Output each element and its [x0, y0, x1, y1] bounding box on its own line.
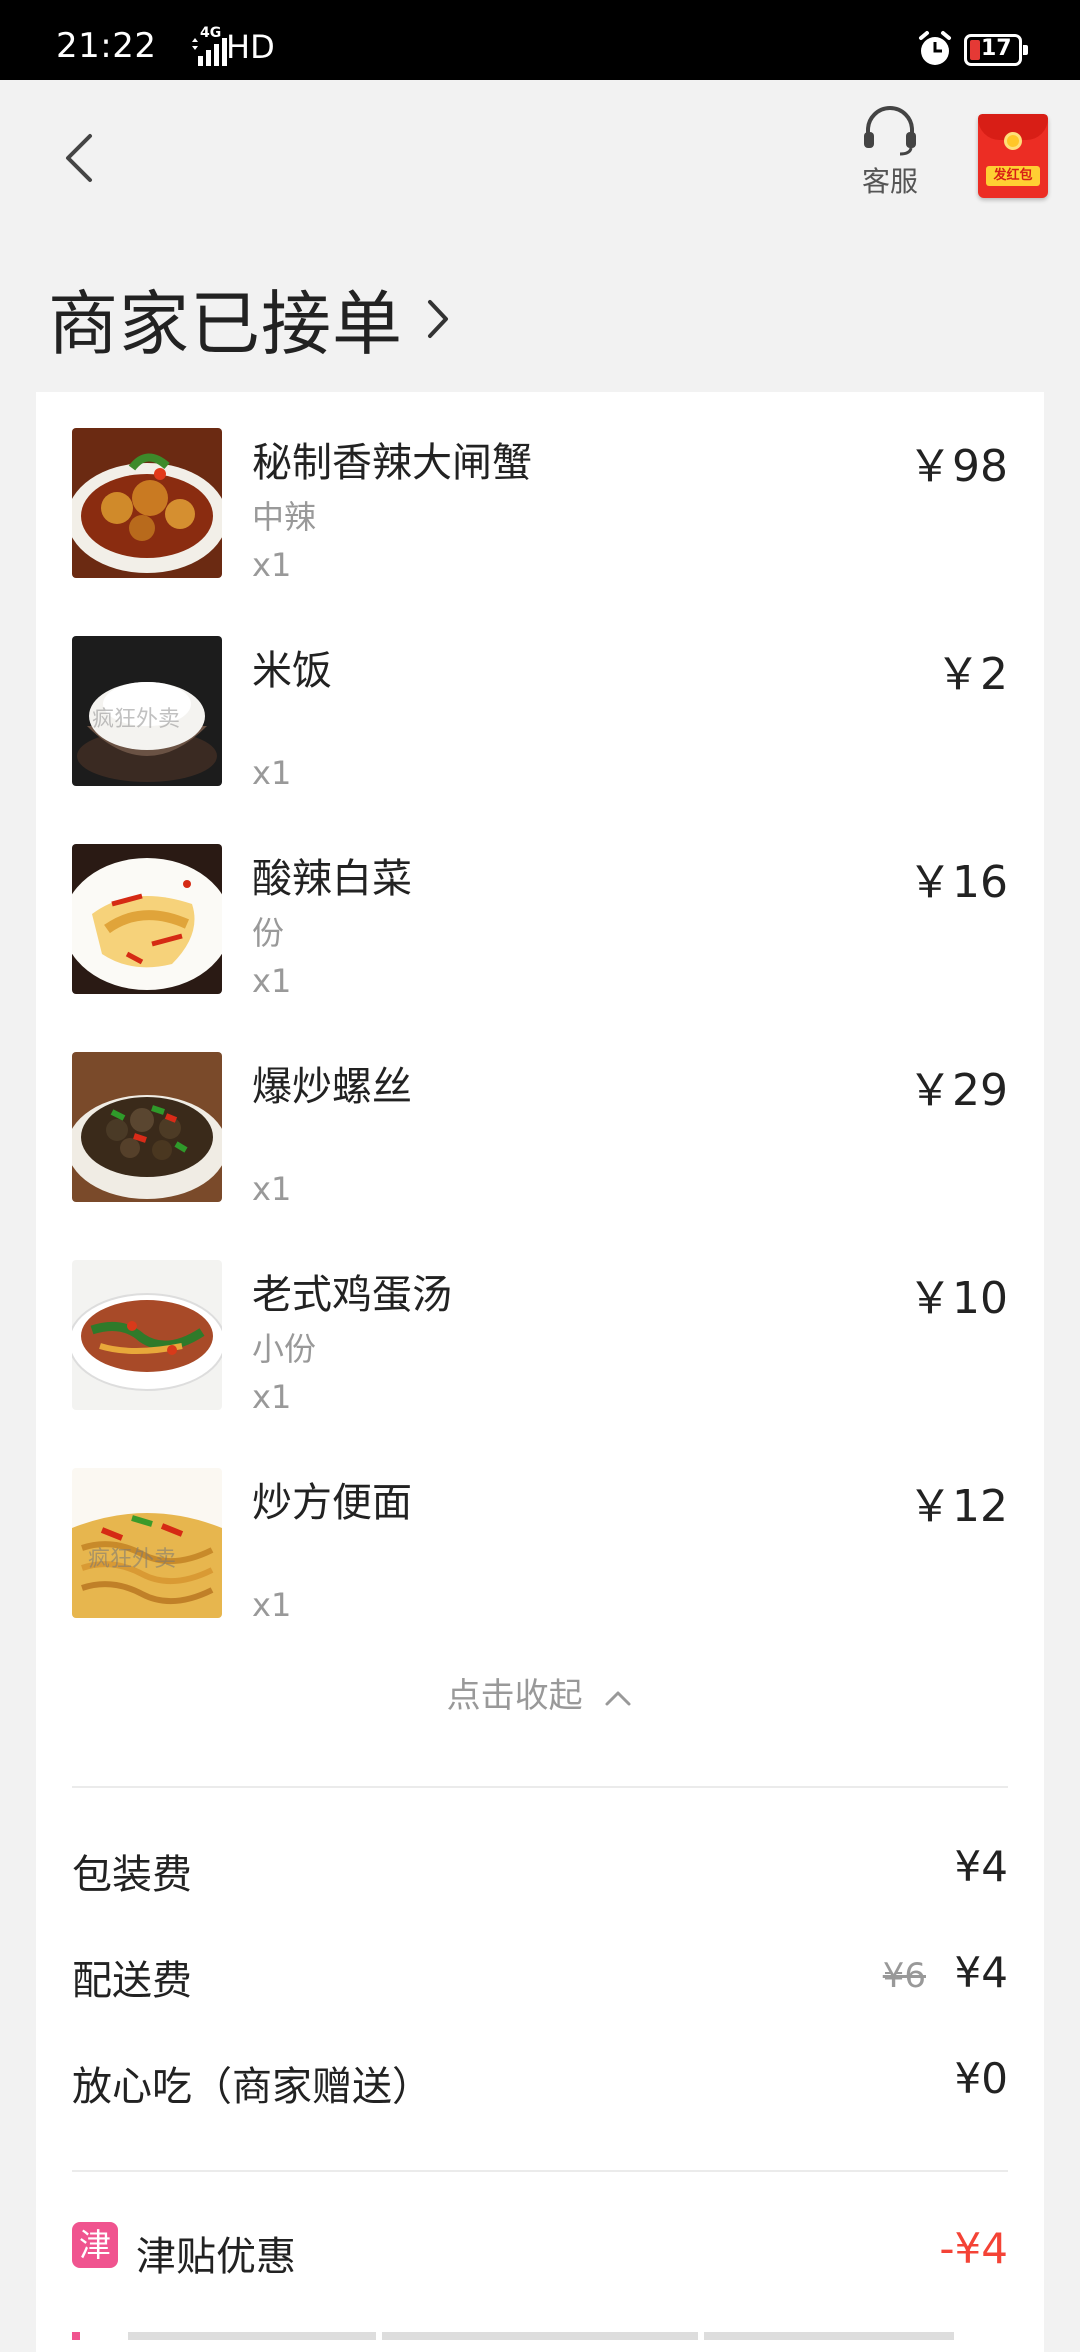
clock: 21:22 — [56, 26, 157, 66]
next-row-hint — [72, 2332, 80, 2340]
order-status-title[interactable]: 商家已接单 — [48, 268, 451, 369]
fee-label: 放心吃（商家赠送） — [72, 2064, 432, 2110]
customer-service-label: 客服 — [861, 165, 918, 198]
order-card: 秘制香辣大闸蟹 中辣 x1 ￥98 疯狂外卖 米饭 x1 ￥2 酸辣白菜 份 x… — [36, 392, 1044, 2352]
top-bar: 客服 发红包 — [0, 80, 1080, 230]
alarm-icon — [919, 31, 951, 65]
fee-label: 配送费 — [72, 1958, 192, 2004]
subsidy-row: 津 津贴优惠 -¥4 — [72, 2218, 1008, 2280]
original-delivery-fee: ¥6 — [882, 1956, 926, 1996]
order-item: 疯狂外卖 炒方便面 x1 ￥12 — [72, 1468, 1008, 1624]
divider — [72, 2170, 1008, 2172]
dish-image: 疯狂外卖 — [72, 1468, 222, 1618]
item-price: ￥12 — [908, 1481, 1008, 1532]
item-quantity: x1 — [252, 754, 292, 792]
collapse-label: 点击收起 — [446, 1676, 583, 1716]
svg-text:疯狂外卖: 疯狂外卖 — [92, 707, 180, 732]
item-name: 酸辣白菜 — [252, 856, 412, 902]
next-row-hint — [382, 2332, 698, 2340]
item-price: ￥10 — [908, 1273, 1008, 1324]
coin-icon — [1004, 132, 1022, 150]
item-price: ￥98 — [908, 441, 1008, 492]
red-packet-label: 发红包 — [986, 166, 1040, 186]
item-spec: 中辣 — [252, 498, 317, 536]
item-quantity: x1 — [252, 1378, 292, 1416]
order-status-text: 商家已接单 — [48, 283, 403, 365]
fee-value: ¥4 — [954, 1948, 1008, 1997]
item-price: ￥16 — [908, 857, 1008, 908]
order-item: 老式鸡蛋汤 小份 x1 ￥10 — [72, 1260, 1008, 1416]
order-item: 酸辣白菜 份 x1 ￥16 — [72, 844, 1008, 1000]
item-name: 老式鸡蛋汤 — [252, 1272, 452, 1318]
delivery-fee-row: 配送费 ¥6 ¥4 — [72, 1942, 1008, 2004]
subsidy-value: -¥4 — [939, 2224, 1008, 2273]
item-name: 秘制香辣大闸蟹 — [252, 440, 532, 486]
svg-text:疯狂外卖: 疯狂外卖 — [88, 1547, 176, 1572]
item-name: 爆炒螺丝 — [252, 1064, 412, 1110]
subsidy-label: 津贴优惠 — [136, 2234, 296, 2280]
next-row-hint — [128, 2332, 376, 2340]
item-quantity: x1 — [252, 1170, 292, 1208]
collapse-items-button[interactable]: 点击收起 — [36, 1668, 1044, 1717]
battery-icon: 17 — [964, 34, 1028, 66]
fee-label: 包装费 — [72, 1852, 192, 1898]
item-name: 米饭 — [252, 648, 332, 694]
battery-level: 17 — [981, 36, 1012, 61]
signal-icon — [192, 38, 227, 66]
fee-value: ¥4 — [954, 1842, 1008, 1891]
packaging-fee-row: 包装费 ¥4 — [72, 1836, 1008, 1898]
red-packet-button[interactable]: 发红包 — [978, 114, 1048, 198]
back-button[interactable] — [56, 122, 104, 192]
item-quantity: x1 — [252, 1586, 292, 1624]
item-quantity: x1 — [252, 962, 292, 1000]
dish-image: 疯狂外卖 — [72, 636, 222, 786]
item-quantity: x1 — [252, 546, 292, 584]
headset-icon — [864, 106, 916, 156]
dish-image — [72, 844, 222, 994]
item-price: ￥29 — [908, 1065, 1008, 1116]
item-spec: 份 — [252, 914, 285, 952]
customer-service-button[interactable]: 客服 — [850, 104, 930, 214]
item-spec: 小份 — [252, 1330, 317, 1368]
chevron-right-icon — [428, 299, 448, 338]
next-row-hint — [704, 2332, 954, 2340]
hd-indicator: HD — [226, 28, 275, 66]
dish-image — [72, 1052, 222, 1202]
dish-image — [72, 428, 222, 578]
dish-image — [72, 1260, 222, 1410]
order-item: 秘制香辣大闸蟹 中辣 x1 ￥98 — [72, 428, 1008, 584]
divider — [72, 1786, 1008, 1788]
fee-value: ¥0 — [954, 2054, 1008, 2103]
item-name: 炒方便面 — [252, 1480, 412, 1526]
order-item: 爆炒螺丝 x1 ￥29 — [72, 1052, 1008, 1208]
item-price: ￥2 — [936, 649, 1008, 700]
subsidy-badge-icon: 津 — [72, 2222, 118, 2268]
status-bar: 21:22 4G HD 17 — [0, 0, 1080, 80]
order-item: 疯狂外卖 米饭 x1 ￥2 — [72, 636, 1008, 792]
worry-free-row: 放心吃（商家赠送） ¥0 — [72, 2048, 1008, 2110]
chevron-up-icon — [605, 1691, 631, 1705]
